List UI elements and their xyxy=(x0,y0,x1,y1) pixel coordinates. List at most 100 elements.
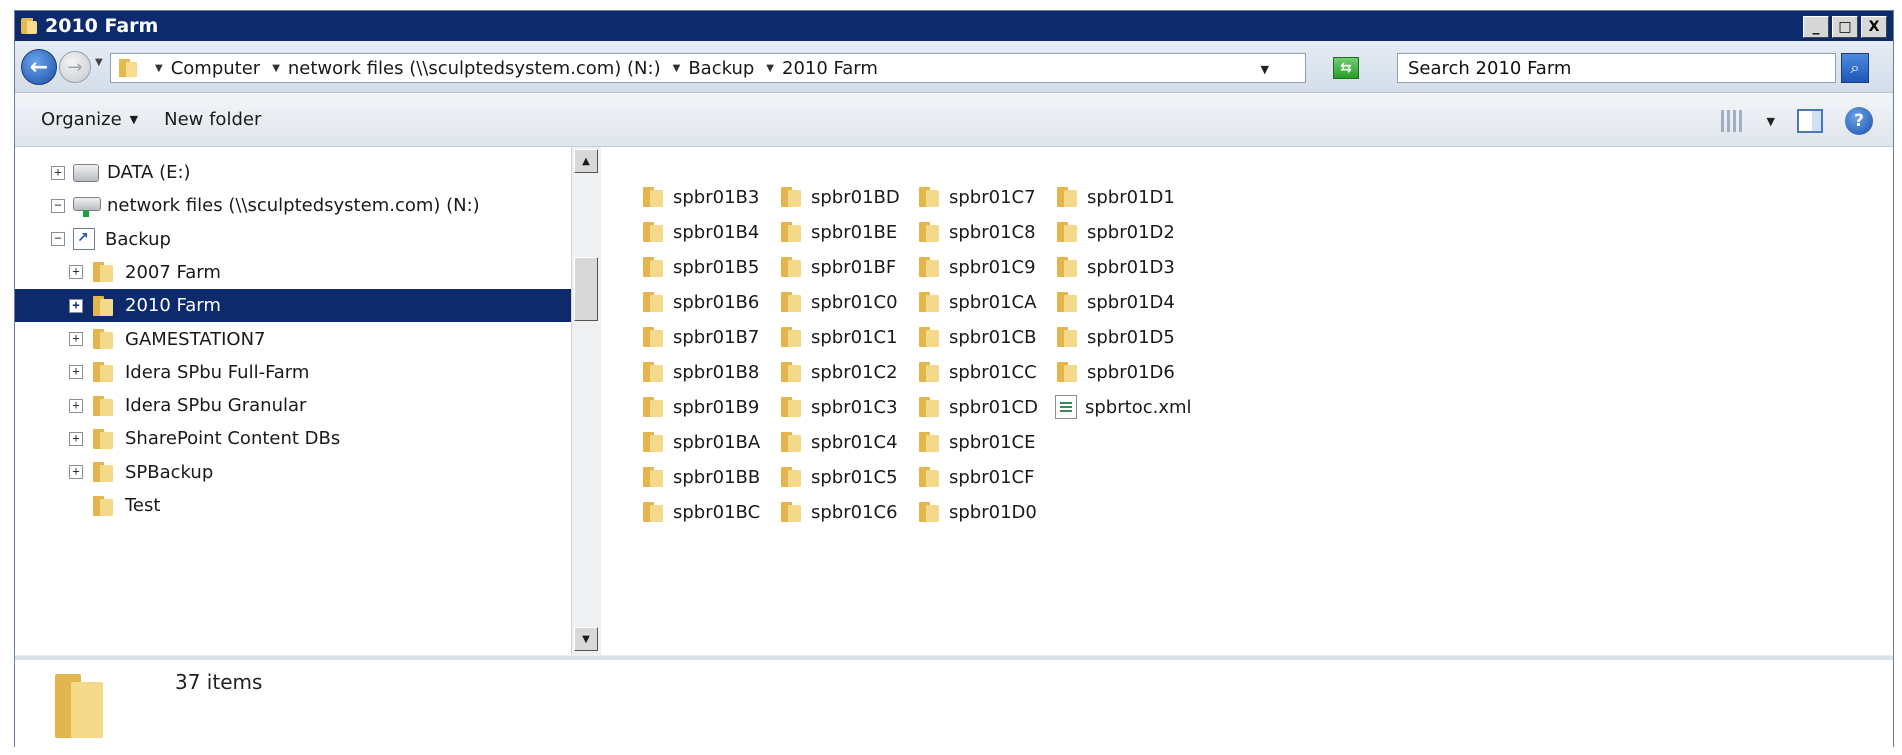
nav-scrollbar[interactable]: ▲ ▼ xyxy=(571,147,600,655)
tree-item[interactable]: − network files (\\sculptedsystem.com) (N… xyxy=(51,189,480,222)
organize-button[interactable]: Organize ▼ xyxy=(41,109,138,130)
list-item[interactable]: spbr01B9 xyxy=(641,390,759,424)
collapse-icon[interactable]: − xyxy=(51,198,65,213)
list-item[interactable]: spbr01D3 xyxy=(1055,250,1175,284)
folder-icon xyxy=(91,260,115,284)
search-input[interactable]: Search 2010 Farm xyxy=(1397,53,1836,83)
list-item[interactable]: spbr01BC xyxy=(641,495,760,529)
close-button[interactable]: X xyxy=(1861,16,1887,38)
back-button[interactable]: ← xyxy=(21,49,57,85)
expand-icon[interactable]: + xyxy=(69,431,83,446)
list-item-label: spbr01BE xyxy=(811,221,898,243)
list-item[interactable]: spbr01C4 xyxy=(779,425,898,459)
list-item-label: spbr01D3 xyxy=(1087,256,1175,278)
list-item[interactable]: spbr01B3 xyxy=(641,180,759,214)
list-item[interactable]: spbr01C1 xyxy=(779,320,898,354)
chevron-down-icon[interactable]: ▼ xyxy=(155,63,163,74)
chevron-down-icon[interactable]: ▼ xyxy=(766,63,774,74)
list-item[interactable]: spbr01CD xyxy=(917,390,1038,424)
expand-icon[interactable]: + xyxy=(69,265,83,280)
chevron-down-icon[interactable]: ▼ xyxy=(673,63,681,74)
list-item[interactable]: spbr01D5 xyxy=(1055,320,1175,354)
scroll-down-button[interactable]: ▼ xyxy=(574,627,598,651)
list-item[interactable]: spbr01BE xyxy=(779,215,897,249)
tree-item[interactable]: + SharePoint Content DBs xyxy=(69,422,340,455)
list-item[interactable]: spbr01BA xyxy=(641,425,760,459)
help-icon[interactable]: ? xyxy=(1845,107,1873,135)
refresh-button[interactable]: ⇆ xyxy=(1333,57,1359,79)
recent-pages-dropdown[interactable]: ▼ xyxy=(95,57,103,68)
tree-item[interactable]: + SPBackup xyxy=(69,456,213,489)
list-item[interactable]: spbr01B8 xyxy=(641,355,759,389)
list-item[interactable]: spbr01D6 xyxy=(1055,355,1175,389)
list-item[interactable]: spbr01C0 xyxy=(779,285,898,319)
tree-item[interactable]: +2010 Farm xyxy=(15,289,571,323)
tree-item[interactable]: − Backup xyxy=(51,223,171,256)
list-item[interactable]: spbr01CF xyxy=(917,460,1034,494)
list-item-label: spbr01CC xyxy=(949,361,1037,383)
list-item[interactable]: spbr01B4 xyxy=(641,215,759,249)
list-item[interactable]: spbr01C9 xyxy=(917,250,1036,284)
list-item-label: spbr01B5 xyxy=(673,256,760,278)
list-item[interactable]: spbr01B7 xyxy=(641,320,759,354)
maximize-button[interactable]: □ xyxy=(1832,16,1858,38)
list-item[interactable]: spbr01C3 xyxy=(779,390,898,424)
expand-icon[interactable]: + xyxy=(69,465,83,480)
tree-item[interactable]: + Idera SPbu Granular xyxy=(69,389,306,422)
list-item[interactable]: spbr01CB xyxy=(917,320,1036,354)
chevron-down-icon[interactable]: ▼ xyxy=(272,63,280,74)
list-item[interactable]: spbr01CA xyxy=(917,285,1036,319)
expand-icon[interactable]: + xyxy=(51,165,65,180)
forward-button[interactable]: → xyxy=(59,51,91,83)
breadcrumb-computer[interactable]: ▼ Computer xyxy=(155,58,260,79)
breadcrumb-backup[interactable]: ▼ Backup xyxy=(673,58,755,79)
preview-pane-icon[interactable] xyxy=(1797,109,1823,133)
title-bar[interactable]: 2010 Farm _ □ X xyxy=(15,11,1893,41)
tree-item[interactable]: Test xyxy=(69,489,160,522)
breadcrumb[interactable]: ▼ Computer ▼ network files (\\sculptedsyst… xyxy=(110,53,1306,83)
list-item[interactable]: spbr01B6 xyxy=(641,285,759,319)
tree-item[interactable]: + DATA (E:) xyxy=(51,156,191,189)
xml-file-icon xyxy=(1055,395,1077,419)
view-options-dropdown[interactable]: ▼ xyxy=(1767,115,1775,128)
list-item[interactable]: spbrtoc.xml xyxy=(1055,390,1192,424)
folder-icon xyxy=(779,185,803,209)
list-item[interactable]: spbr01D2 xyxy=(1055,215,1175,249)
address-history-dropdown[interactable]: ▼ xyxy=(1261,63,1269,76)
list-item[interactable]: spbr01C5 xyxy=(779,460,898,494)
list-item[interactable]: spbr01D0 xyxy=(917,495,1037,529)
list-item-label: spbr01C7 xyxy=(949,186,1036,208)
list-item[interactable]: spbr01BD xyxy=(779,180,900,214)
list-item[interactable]: spbr01C7 xyxy=(917,180,1036,214)
scroll-up-button[interactable]: ▲ xyxy=(574,149,598,173)
collapse-icon[interactable]: − xyxy=(51,232,65,247)
search-button[interactable]: ⌕ xyxy=(1841,53,1869,83)
list-item[interactable]: spbr01CE xyxy=(917,425,1035,459)
new-folder-button[interactable]: New folder xyxy=(164,109,261,130)
change-view-icon[interactable] xyxy=(1720,110,1745,132)
list-item[interactable]: spbr01D1 xyxy=(1055,180,1175,214)
list-item[interactable]: spbr01B5 xyxy=(641,250,759,284)
breadcrumb-network-files[interactable]: ▼ network files (\\sculptedsystem.com) (N… xyxy=(272,58,660,79)
minimize-button[interactable]: _ xyxy=(1803,16,1829,38)
list-item-label: spbr01BF xyxy=(811,256,897,278)
expand-icon[interactable]: + xyxy=(69,365,83,380)
folder-icon xyxy=(1055,290,1079,314)
list-item[interactable]: spbr01C8 xyxy=(917,215,1036,249)
tree-item[interactable]: + GAMESTATION7 xyxy=(69,323,266,356)
list-item-label: spbr01BC xyxy=(673,501,761,523)
tree-item[interactable]: + Idera SPbu Full-Farm xyxy=(69,356,309,389)
list-item[interactable]: spbr01C6 xyxy=(779,495,898,529)
list-item[interactable]: spbr01CC xyxy=(917,355,1037,389)
list-item[interactable]: spbr01BB xyxy=(641,460,760,494)
expand-icon[interactable]: + xyxy=(69,332,83,346)
list-item-label: spbr01C9 xyxy=(949,256,1036,278)
tree-item[interactable]: +2007 Farm xyxy=(69,256,221,289)
scroll-thumb[interactable] xyxy=(574,257,598,321)
list-item[interactable]: spbr01BF xyxy=(779,250,896,284)
breadcrumb-2010-farm[interactable]: ▼ 2010 Farm xyxy=(766,58,878,79)
list-item[interactable]: spbr01D4 xyxy=(1055,285,1175,319)
expand-icon[interactable]: + xyxy=(69,398,83,413)
list-item[interactable]: spbr01C2 xyxy=(779,355,898,389)
expand-icon[interactable]: + xyxy=(69,298,83,313)
